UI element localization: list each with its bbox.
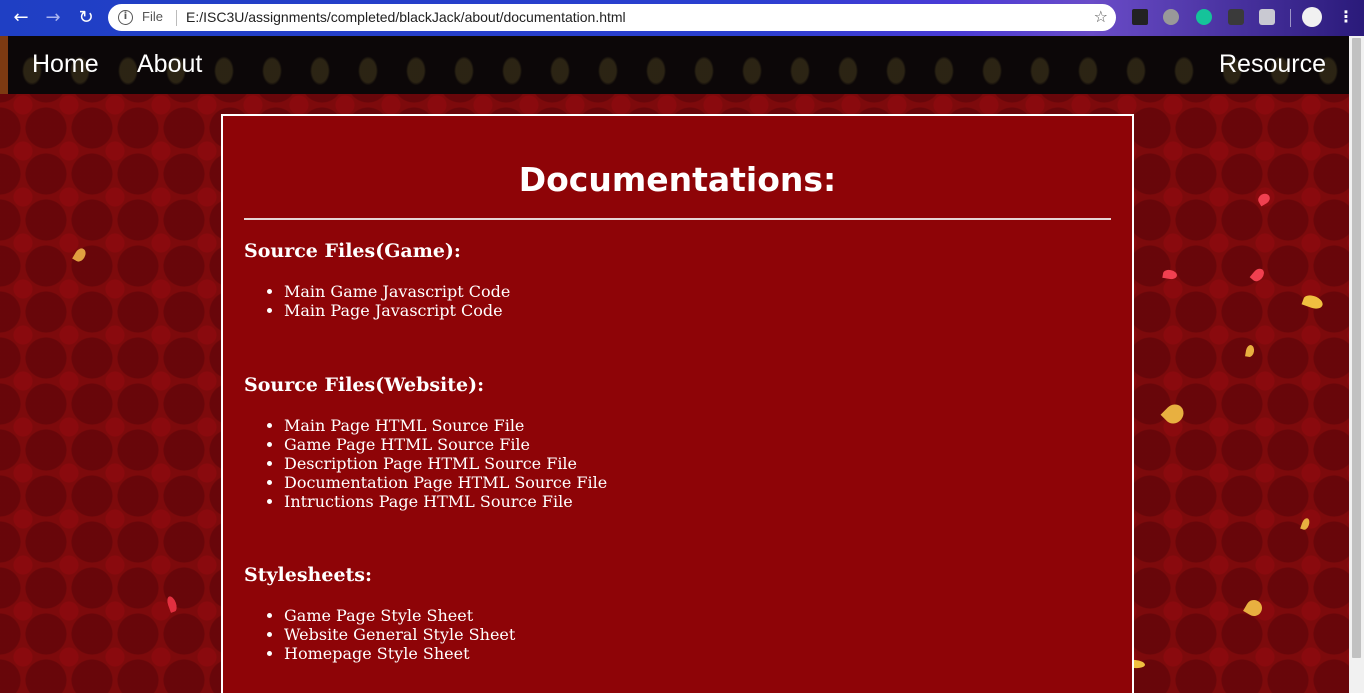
petal-decoration [1243, 597, 1265, 619]
address-bar[interactable]: i File E:/ISC3U/assignments/completed/bl… [108, 4, 1116, 31]
url-text[interactable]: E:/ISC3U/assignments/completed/blackJack… [186, 9, 626, 25]
file-link[interactable]: Description Page HTML Source File [284, 454, 577, 473]
petal-decoration [165, 595, 179, 613]
file-link[interactable]: Homepage Style Sheet [284, 644, 470, 663]
section-heading-game: Source Files(Game): [244, 240, 461, 262]
navbar-pattern [8, 36, 1349, 94]
list-item: Main Page Javascript Code [284, 301, 510, 320]
omnibox-divider [176, 10, 177, 26]
nav-about-link[interactable]: About [137, 50, 202, 79]
section-heading-website: Source Files(Website): [244, 374, 485, 396]
file-link[interactable]: Documentation Page HTML Source File [284, 473, 607, 492]
list-item: Main Game Javascript Code [284, 282, 510, 301]
list-item: Website General Style Sheet [284, 625, 515, 644]
info-icon[interactable]: i [118, 10, 133, 25]
file-link[interactable]: Website General Style Sheet [284, 625, 515, 644]
petal-decoration [1256, 191, 1272, 207]
extension-icon[interactable] [1259, 9, 1275, 25]
file-link[interactable]: Game Page HTML Source File [284, 435, 530, 454]
extension-icon[interactable] [1132, 9, 1148, 25]
petal-decoration [1300, 517, 1311, 531]
profile-avatar-icon[interactable] [1302, 7, 1322, 27]
extension-icon[interactable] [1163, 9, 1179, 25]
page-viewport: Home About Resource Documentations: Sour… [0, 36, 1349, 693]
scrollbar-thumb[interactable] [1352, 38, 1361, 658]
petal-decoration [1301, 292, 1325, 312]
petal-decoration [1249, 266, 1267, 284]
petal-decoration [1245, 344, 1255, 358]
list-item: Description Page HTML Source File [284, 454, 607, 473]
back-icon[interactable]: ← [9, 6, 33, 30]
extension-icon[interactable] [1228, 9, 1244, 25]
title-divider [244, 218, 1111, 220]
section-heading-stylesheets: Stylesheets: [244, 564, 373, 586]
bookmark-star-icon[interactable]: ☆ [1094, 7, 1108, 26]
list-item: Game Page HTML Source File [284, 435, 607, 454]
file-link[interactable]: Main Page Javascript Code [284, 301, 503, 320]
browser-toolbar: ← → ↻ i File E:/ISC3U/assignments/comple… [0, 0, 1364, 36]
file-link[interactable]: Main Page HTML Source File [284, 416, 524, 435]
reload-icon[interactable]: ↻ [74, 6, 98, 30]
forward-icon[interactable]: → [41, 6, 65, 30]
kebab-menu-icon[interactable]: ⋮ [1338, 7, 1354, 27]
file-link[interactable]: Intructions Page HTML Source File [284, 492, 573, 511]
list-item: Main Page HTML Source File [284, 416, 607, 435]
nav-resource-link[interactable]: Resource [1219, 50, 1326, 79]
list-item: Intructions Page HTML Source File [284, 492, 607, 511]
game-source-list: Main Game Javascript Code Main Page Java… [284, 282, 510, 320]
documentation-card: Documentations: Source Files(Game): Main… [221, 114, 1134, 693]
petal-decoration [1160, 400, 1188, 428]
petal-decoration [1162, 268, 1178, 281]
list-item: Homepage Style Sheet [284, 644, 515, 663]
site-navbar: Home About Resource [0, 36, 1349, 94]
scheme-label: File [142, 9, 163, 24]
list-item: Game Page Style Sheet [284, 606, 515, 625]
list-item: Documentation Page HTML Source File [284, 473, 607, 492]
toolbar-divider [1290, 9, 1291, 27]
file-link[interactable]: Game Page Style Sheet [284, 606, 473, 625]
file-link[interactable]: Main Game Javascript Code [284, 282, 510, 301]
page-title: Documentations: [518, 160, 837, 199]
petal-decoration [72, 246, 88, 264]
grammarly-icon[interactable] [1196, 9, 1212, 25]
nav-home-link[interactable]: Home [32, 50, 99, 79]
website-source-list: Main Page HTML Source File Game Page HTM… [284, 416, 607, 511]
stylesheet-list: Game Page Style Sheet Website General St… [284, 606, 515, 663]
